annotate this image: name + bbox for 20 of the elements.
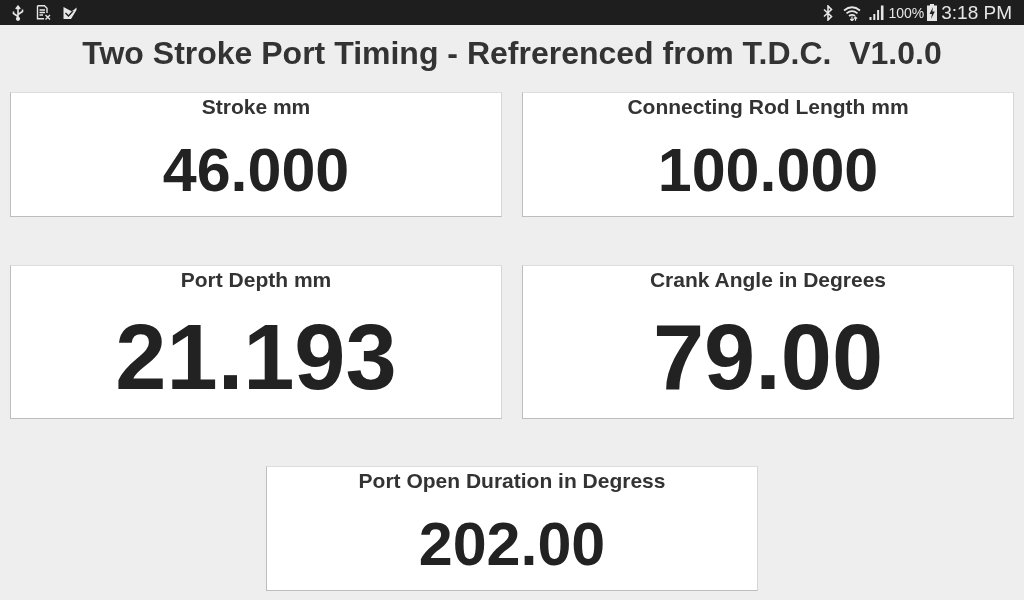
panel-label: Port Open Duration in Degress xyxy=(358,469,666,493)
panel-label: Port Depth mm xyxy=(180,268,332,292)
panel-label: Crank Angle in Degrees xyxy=(649,268,887,292)
wifi-icon xyxy=(843,4,862,21)
panel-value: 202.00 xyxy=(418,514,606,575)
panel-value: 21.193 xyxy=(115,311,397,403)
bluetooth-icon xyxy=(823,4,834,21)
battery-charging-icon xyxy=(927,4,938,21)
panel-label: Connecting Rod Length mm xyxy=(627,95,909,119)
signal-bars-icon xyxy=(869,5,885,20)
document-x-icon xyxy=(36,5,51,20)
usb-icon xyxy=(12,4,24,21)
panel-label: Stroke mm xyxy=(201,95,311,119)
panel-value: 100.000 xyxy=(657,140,879,201)
panel-value: 46.000 xyxy=(162,140,350,201)
panel-value: 79.00 xyxy=(652,311,884,403)
app-title: Two Stroke Port Timing - Refrerenced from T.D.C. V1.0.0 xyxy=(82,37,942,69)
check-icon xyxy=(63,5,77,20)
battery-percent: 100% xyxy=(888,5,925,20)
clock-time: 3:18 PM xyxy=(941,3,1012,22)
